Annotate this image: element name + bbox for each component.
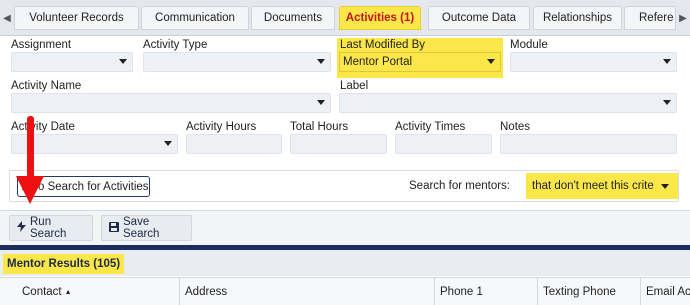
- column-label: Contact: [22, 286, 62, 298]
- tab-label: Activities (1): [345, 12, 415, 24]
- activity-date-select[interactable]: [11, 134, 178, 154]
- chevron-down-icon: [317, 100, 325, 105]
- column-label: Phone 1: [440, 286, 483, 298]
- label-label: Label: [340, 80, 369, 92]
- activity-hours-label: Activity Hours: [186, 121, 257, 133]
- column-header-contact[interactable]: Contact ▲: [0, 278, 179, 305]
- tab-references[interactable]: Refere: [624, 6, 676, 30]
- search-for-mentors-label: Search for mentors:: [409, 180, 510, 192]
- search-for-mentors-value: that don't meet this crite: [532, 180, 654, 192]
- tab-label: Volunteer Records: [29, 12, 124, 24]
- chevron-down-icon: [663, 100, 671, 105]
- tab-communication[interactable]: Communication: [141, 6, 249, 30]
- annotation-arrow-icon: [16, 176, 44, 204]
- chevron-down-icon: [119, 59, 127, 64]
- search-for-mentors-select[interactable]: that don't meet this crite: [529, 177, 675, 196]
- sort-ascending-icon: ▲: [64, 288, 72, 296]
- tab-outcome-data[interactable]: Outcome Data: [428, 6, 530, 30]
- save-search-label: Save Search: [123, 216, 160, 240]
- tab-label: Refere: [639, 12, 674, 24]
- column-label: Email Ac: [646, 286, 690, 298]
- last-modified-by-value: Mentor Portal: [343, 56, 413, 68]
- assignment-label: Assignment: [11, 39, 72, 51]
- tab-label: Relationships: [542, 12, 613, 24]
- search-toolbar: Run Search Save Search: [0, 210, 690, 246]
- run-search-button[interactable]: Run Search: [9, 215, 93, 241]
- tab-label: Communication: [155, 12, 235, 24]
- activity-date-label: Activity Date: [11, 121, 75, 133]
- chevron-down-icon: [317, 59, 325, 64]
- activity-type-label: Activity Type: [143, 39, 208, 51]
- column-header-texting-phone[interactable]: Texting Phone: [537, 278, 640, 305]
- notes-label: Notes: [500, 121, 531, 133]
- module-select[interactable]: [510, 52, 677, 72]
- tab-volunteer-records[interactable]: Volunteer Records: [14, 6, 139, 30]
- lightning-bolt-icon: [17, 221, 26, 235]
- mentor-results-title: Mentor Results (105): [3, 254, 125, 274]
- chevron-down-icon: [487, 59, 495, 64]
- total-hours-input[interactable]: [290, 134, 387, 154]
- activity-type-select[interactable]: [143, 52, 331, 72]
- last-modified-by-select[interactable]: Mentor Portal: [339, 52, 501, 72]
- column-header-address[interactable]: Address: [179, 278, 434, 305]
- total-hours-label: Total Hours: [290, 121, 349, 133]
- module-label: Module: [510, 39, 548, 51]
- column-header-phone-1[interactable]: Phone 1: [434, 278, 537, 305]
- chevron-down-icon: [164, 141, 172, 146]
- column-label: Texting Phone: [543, 286, 616, 298]
- tab-label: Outcome Data: [441, 12, 517, 24]
- activity-name-label: Activity Name: [11, 80, 82, 92]
- assignment-select[interactable]: [11, 52, 133, 72]
- label-select[interactable]: [339, 93, 677, 113]
- last-modified-by-label: Last Modified By: [340, 39, 426, 51]
- tab-scroll-left-icon[interactable]: ◀: [0, 6, 14, 30]
- tab-scroll-right-icon[interactable]: ▶: [676, 6, 690, 30]
- run-search-label: Run Search: [30, 216, 67, 240]
- tab-label: Documents: [263, 12, 323, 24]
- chevron-down-icon: [661, 184, 669, 189]
- annotation-arrow-shaft: [27, 116, 34, 184]
- tab-documents[interactable]: Documents: [251, 6, 335, 30]
- activity-times-input[interactable]: [395, 134, 492, 154]
- activity-times-label: Activity Times: [395, 121, 466, 133]
- tab-activities[interactable]: Activities (1): [339, 6, 421, 30]
- activity-hours-input[interactable]: [186, 134, 282, 154]
- chevron-down-icon: [663, 59, 671, 64]
- results-grid-header: Contact ▲ Address Phone 1 Texting Phone …: [0, 277, 690, 305]
- floppy-disk-icon: [109, 221, 119, 235]
- column-header-email[interactable]: Email Ac: [640, 278, 690, 305]
- save-search-button[interactable]: Save Search: [101, 215, 192, 241]
- activity-name-select[interactable]: [11, 93, 331, 113]
- tab-relationships[interactable]: Relationships: [533, 6, 622, 30]
- column-label: Address: [185, 286, 228, 298]
- tab-bar: ◀ Volunteer Records Communication Docume…: [0, 0, 690, 36]
- notes-input[interactable]: [500, 134, 677, 154]
